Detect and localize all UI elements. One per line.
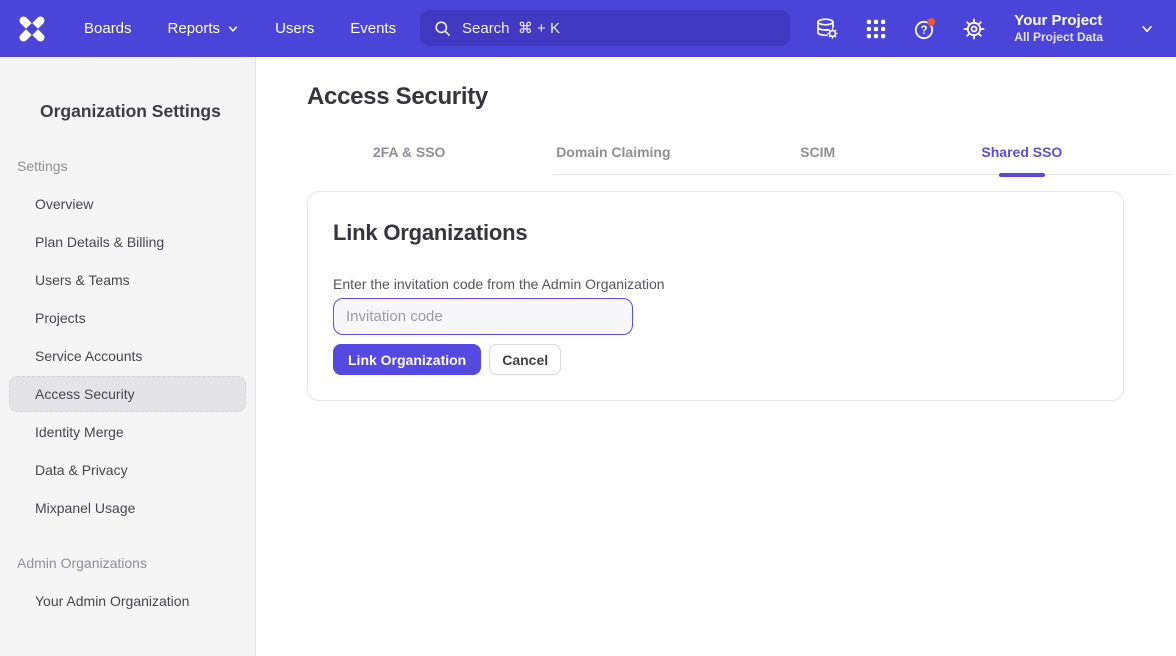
access-security-tabs: 2FA & SSO Domain Claiming SCIM Shared SS… (307, 144, 1124, 174)
nav-label: Users (275, 20, 314, 37)
svg-text:?: ? (921, 25, 928, 37)
sidebar-section-admin-organizations: Admin Organizations (17, 555, 255, 571)
cancel-button[interactable]: Cancel (489, 344, 561, 375)
nav-label: Reports (168, 20, 221, 37)
apps-grid-icon[interactable] (864, 17, 888, 41)
nav-item-users[interactable]: Users (275, 20, 314, 37)
topbar-right-controls: ? Your Project All Project Data (815, 0, 1154, 57)
tab-label: SCIM (800, 144, 835, 160)
nav-label: Boards (84, 20, 132, 37)
sidebar-item-your-admin-organization[interactable]: Your Admin Organization (0, 582, 255, 620)
sidebar-item-users-teams[interactable]: Users & Teams (0, 261, 255, 299)
project-data-scope: All Project Data (1014, 30, 1103, 45)
top-navigation-bar: Boards Reports Users Events (0, 0, 1176, 57)
search-input[interactable] (462, 20, 790, 37)
sidebar-section-settings: Settings (17, 158, 255, 174)
main-content: Access Security 2FA & SSO Domain Claimin… (257, 83, 1176, 401)
nav-item-events[interactable]: Events (350, 20, 396, 37)
sidebar-item-overview[interactable]: Overview (0, 185, 255, 223)
data-management-icon[interactable] (815, 17, 839, 41)
sidebar-item-data-privacy[interactable]: Data & Privacy (0, 451, 255, 489)
notification-badge (927, 18, 935, 26)
page-title: Access Security (307, 83, 1176, 111)
chevron-down-icon (227, 23, 239, 35)
invitation-code-input[interactable] (333, 298, 633, 335)
card-title: Link Organizations (333, 220, 1098, 246)
project-name: Your Project (1014, 12, 1103, 30)
link-organization-button[interactable]: Link Organization (333, 344, 481, 375)
link-organizations-card: Link Organizations Enter the invitation … (307, 191, 1124, 401)
settings-sidebar: Organization Settings Settings Overview … (0, 57, 256, 656)
tab-2fa-sso[interactable]: 2FA & SSO (307, 144, 511, 174)
settings-gear-icon[interactable] (962, 17, 986, 41)
sidebar-item-identity-merge[interactable]: Identity Merge (0, 413, 255, 451)
tab-label: Shared SSO (981, 144, 1062, 160)
search-icon (433, 19, 452, 38)
sidebar-item-mixpanel-usage[interactable]: Mixpanel Usage (0, 489, 255, 527)
tabs-divider (553, 174, 1173, 175)
tab-scim[interactable]: SCIM (716, 144, 920, 174)
global-search-bar[interactable] (420, 10, 790, 46)
sidebar-title: Organization Settings (40, 101, 255, 122)
nav-item-boards[interactable]: Boards (84, 20, 132, 37)
project-switcher[interactable]: Your Project All Project Data (1014, 12, 1103, 45)
tab-shared-sso[interactable]: Shared SSO (920, 144, 1124, 174)
sidebar-item-plan-details-billing[interactable]: Plan Details & Billing (0, 223, 255, 261)
active-tab-indicator (999, 173, 1045, 177)
sidebar-item-service-accounts[interactable]: Service Accounts (0, 337, 255, 375)
tab-domain-claiming[interactable]: Domain Claiming (511, 144, 715, 174)
chevron-down-icon[interactable] (1140, 22, 1154, 36)
card-actions: Link Organization Cancel (333, 344, 1098, 375)
sidebar-item-projects[interactable]: Projects (0, 299, 255, 337)
mixpanel-logo-icon[interactable] (17, 14, 47, 44)
nav-item-reports[interactable]: Reports (168, 20, 240, 37)
tab-label: Domain Claiming (556, 144, 670, 160)
nav-label: Events (350, 20, 396, 37)
tab-label: 2FA & SSO (373, 144, 446, 160)
invitation-code-description: Enter the invitation code from the Admin… (333, 276, 1098, 292)
primary-nav: Boards Reports Users Events (84, 20, 396, 37)
sidebar-item-access-security[interactable]: Access Security (9, 376, 246, 412)
help-icon[interactable]: ? (913, 17, 937, 41)
